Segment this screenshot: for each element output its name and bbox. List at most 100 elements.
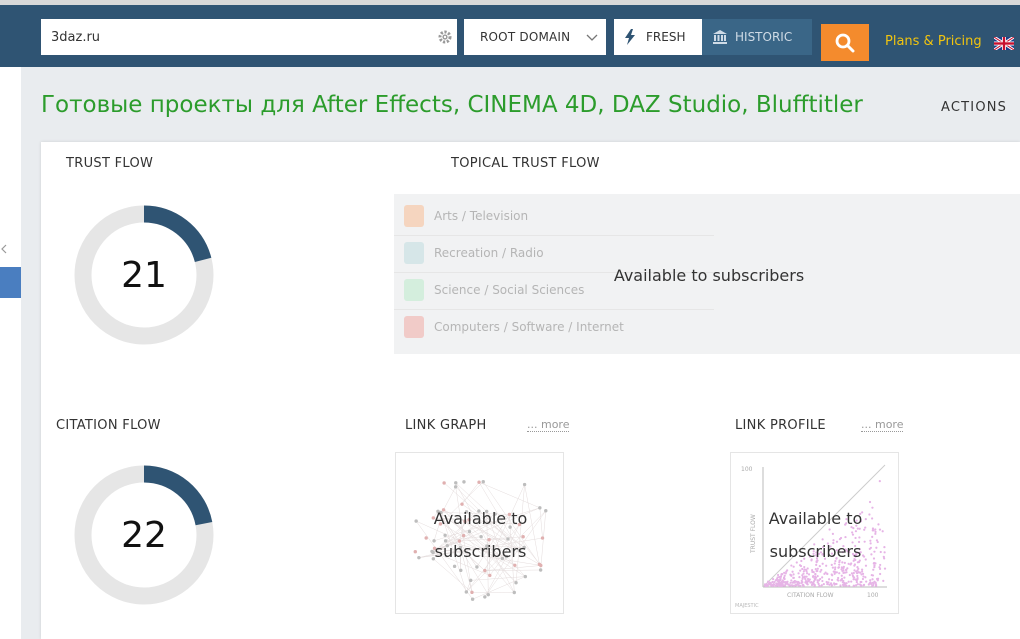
profile-dot <box>805 582 809 585</box>
plans-pricing-link[interactable]: Plans & Pricing <box>885 34 982 49</box>
trust-flow-donut: 21 <box>74 205 214 345</box>
divider <box>394 309 714 310</box>
topic-name: Computers / Software / Internet <box>434 320 624 334</box>
graph-node <box>477 480 481 484</box>
citation-flow-donut: 22 <box>74 465 214 605</box>
link-profile-thumbnail[interactable]: 100 100 CITATION FLOW TRUST FLOW MAJESTI… <box>730 452 899 614</box>
profile-dot <box>876 579 879 582</box>
metrics-card: TRUST FLOW 21 TOPICAL TRUST FLOW Arts / … <box>41 142 1020 639</box>
divider <box>394 235 714 236</box>
gear-icon[interactable] <box>437 29 453 45</box>
graph-node <box>514 580 518 585</box>
graph-node <box>469 578 473 583</box>
link-graph-more-link[interactable]: ... more <box>527 418 570 432</box>
profile-dot <box>853 576 856 579</box>
profile-dot <box>817 579 821 582</box>
profile-dot <box>812 570 815 574</box>
profile-dot <box>856 574 859 578</box>
profile-dot <box>830 578 834 582</box>
profile-dot <box>814 568 817 571</box>
profile-dot <box>799 569 802 572</box>
profile-dot <box>807 573 811 576</box>
profile-dot <box>793 584 796 588</box>
profile-dot <box>860 568 864 571</box>
profile-dot <box>820 584 823 587</box>
graph-node <box>486 592 490 597</box>
profile-dot <box>827 578 831 581</box>
link-profile-more-link[interactable]: ... more <box>861 418 904 432</box>
top-bar: ROOT DOMAIN FRESH HISTORIC Plans & Prici… <box>0 0 1020 67</box>
subscribers-overlay: Available to subscribers <box>731 502 898 568</box>
profile-dot <box>831 574 834 577</box>
graph-node <box>522 482 527 487</box>
profile-dot <box>816 581 819 584</box>
profile-dot <box>840 568 843 571</box>
profile-dot <box>786 569 789 572</box>
profile-dot <box>781 579 784 582</box>
profile-dot <box>834 582 837 586</box>
profile-dot <box>802 583 805 586</box>
chevron-left-icon[interactable] <box>0 244 8 257</box>
profile-dot <box>811 581 814 584</box>
uk-flag-icon[interactable] <box>993 35 1015 52</box>
profile-dot <box>769 582 772 585</box>
profile-dot <box>861 570 864 573</box>
profile-dot <box>856 576 859 580</box>
profile-dot <box>800 581 803 585</box>
profile-dot <box>864 576 867 579</box>
graph-node <box>459 568 463 573</box>
search-submit-button[interactable] <box>821 24 869 61</box>
graph-node <box>523 574 528 579</box>
profile-dot <box>834 571 837 574</box>
historic-index-button[interactable]: HISTORIC <box>702 19 812 55</box>
link-profile-label: LINK PROFILE <box>735 418 826 433</box>
citation-flow-value: 22 <box>121 514 167 556</box>
profile-dot <box>852 584 856 587</box>
sidebar-active-tab[interactable] <box>0 267 21 298</box>
profile-dot <box>792 581 795 584</box>
profile-dot <box>830 582 833 585</box>
profile-dot <box>841 581 844 584</box>
overlay-line: Available to <box>433 509 528 528</box>
profile-dot <box>873 580 876 583</box>
profile-dot <box>872 568 875 571</box>
profile-dot <box>798 582 801 585</box>
profile-dot <box>861 572 865 575</box>
link-graph-thumbnail[interactable]: Available to subscribers <box>395 452 564 614</box>
profile-dot <box>804 579 808 583</box>
profile-dot <box>798 575 801 579</box>
historic-label: HISTORIC <box>735 30 793 44</box>
graph-node <box>462 480 466 484</box>
topic-swatch <box>404 316 424 338</box>
graph-node <box>470 590 474 595</box>
profile-dot <box>797 572 800 575</box>
profile-dot <box>822 583 825 586</box>
actions-menu[interactable]: ACTIONS <box>941 100 1007 115</box>
bank-icon <box>713 30 727 44</box>
profile-dot <box>806 572 809 575</box>
profile-dot <box>812 575 815 578</box>
topic-swatch <box>404 279 424 301</box>
profile-dot <box>837 579 840 582</box>
profile-dot <box>795 583 798 586</box>
fresh-index-button[interactable]: FRESH <box>614 19 702 55</box>
profile-dot <box>776 573 780 577</box>
profile-dot <box>833 568 837 571</box>
profile-dot <box>779 577 782 580</box>
topic-swatch <box>404 205 424 227</box>
overlay-line: subscribers <box>769 542 862 561</box>
profile-dot <box>856 583 859 586</box>
profile-dot <box>801 574 804 577</box>
profile-dot <box>826 582 829 586</box>
topic-swatch <box>404 242 424 264</box>
profile-dot <box>787 583 790 586</box>
profile-dot <box>819 570 822 573</box>
profile-dot <box>848 584 851 587</box>
search-input[interactable] <box>41 19 431 55</box>
profile-dot <box>848 573 851 577</box>
profile-dot <box>776 576 779 579</box>
domain-type-select[interactable]: ROOT DOMAIN <box>464 19 606 55</box>
profile-dot <box>790 579 793 582</box>
page-title: Готовые проекты для After Effects, CINEM… <box>41 92 863 118</box>
profile-dot <box>871 578 874 581</box>
